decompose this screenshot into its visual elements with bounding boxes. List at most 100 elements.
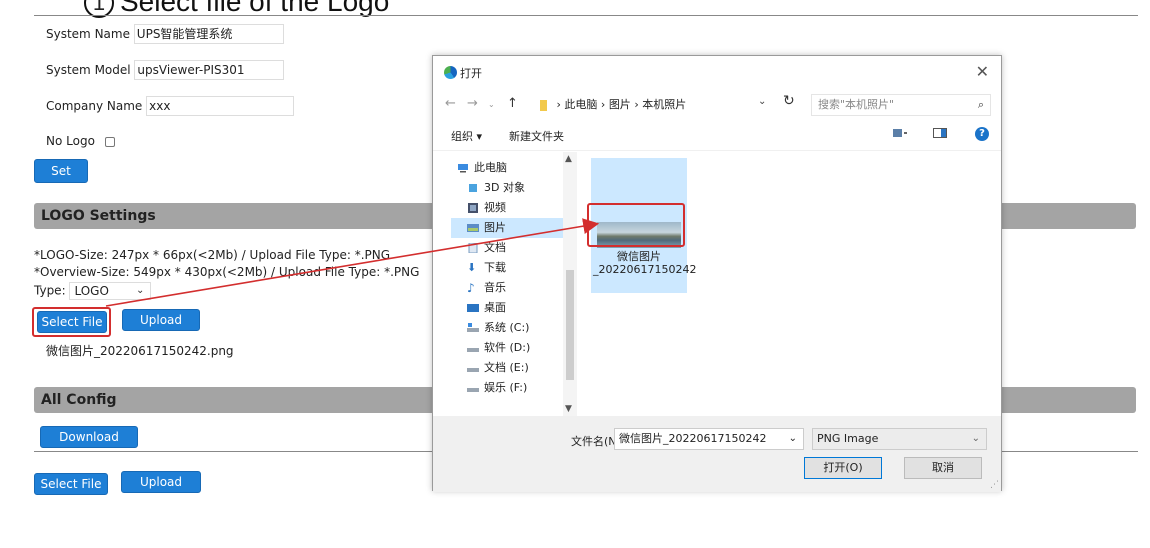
- scroll-up-icon[interactable]: ▲: [565, 154, 572, 164]
- navigation-pane: 此电脑 3D 对象 视频 图片 文档 ⬇ 下载 ♪ 音乐 桌面 系统 (C:) 软件…: [451, 152, 577, 416]
- computer-icon: [458, 164, 468, 173]
- resize-grip-icon[interactable]: ⋰: [990, 480, 999, 490]
- select-file-highlight: [32, 307, 111, 337]
- nav-item-this-pc[interactable]: 此电脑: [451, 158, 575, 178]
- nav-item-videos[interactable]: 视频: [451, 198, 575, 218]
- nav-item-drive-e[interactable]: 文档 (E:): [451, 358, 575, 378]
- top-divider: [34, 15, 1138, 16]
- nav-item-music[interactable]: ♪ 音乐: [451, 278, 575, 298]
- dialog-titlebar: 打开 ✕: [433, 56, 1001, 90]
- nav-item-label: 文档: [484, 241, 506, 254]
- picture-icon: [467, 224, 479, 232]
- drive-icon: [467, 388, 479, 392]
- type-row: Type: LOGO ⌄: [34, 282, 152, 300]
- system-name-field[interactable]: UPS智能管理系统: [133, 24, 284, 44]
- no-logo-row: No Logo: [46, 134, 115, 148]
- back-arrow-icon[interactable]: ←: [445, 96, 456, 111]
- system-model-label: System Model: [46, 62, 131, 77]
- dialog-footer: 文件名(N): 微信图片_20220617150242 ⌄ PNG Image …: [433, 416, 1001, 492]
- breadcrumb-item[interactable]: 此电脑: [564, 98, 597, 111]
- type-select-value: LOGO: [74, 284, 109, 298]
- open-button[interactable]: 打开(O): [804, 457, 882, 479]
- system-model-row: System Model upsViewer-PIS301: [46, 60, 285, 80]
- filetype-select[interactable]: PNG Image ⌄: [812, 428, 987, 450]
- set-button[interactable]: Set: [34, 159, 88, 183]
- open-file-dialog: 打开 ✕ ← → ⌄ ↑ › 此电脑 › 图片 › 本机照片 ⌄ ↻ 搜索"本机…: [432, 55, 1002, 492]
- help-icon[interactable]: ?: [975, 127, 989, 141]
- nav-item-label: 下载: [484, 261, 506, 274]
- logo-size-spec: *LOGO-Size: 247px * 66px(<2Mb) / Upload …: [34, 248, 391, 262]
- nav-item-drive-c[interactable]: 系统 (C:): [451, 318, 575, 338]
- cancel-button[interactable]: 取消: [904, 457, 982, 479]
- config-select-file-button[interactable]: Select File: [34, 473, 108, 495]
- system-model-field[interactable]: upsViewer-PIS301: [134, 60, 285, 80]
- new-folder-button[interactable]: 新建文件夹: [509, 128, 564, 144]
- document-icon: [468, 243, 478, 253]
- dialog-toolbar: 组织 ▾ 新建文件夹 ?: [433, 120, 1001, 150]
- no-logo-checkbox[interactable]: [104, 136, 115, 147]
- nav-item-label: 音乐: [484, 281, 506, 294]
- filetype-value: PNG Image: [817, 432, 879, 445]
- breadcrumb-sep-icon: ›: [556, 98, 561, 111]
- no-logo-label: No Logo: [46, 134, 95, 148]
- view-options-icon[interactable]: [893, 128, 907, 138]
- nav-item-3d-objects[interactable]: 3D 对象: [451, 178, 575, 198]
- preview-pane-icon[interactable]: [933, 128, 947, 138]
- file-list: 微信图片_20220617150242: [589, 156, 989, 416]
- chevron-down-icon[interactable]: ⌄: [789, 429, 797, 449]
- nav-item-label: 3D 对象: [484, 181, 525, 194]
- app-logo-icon: [444, 66, 457, 79]
- recent-dropdown-icon[interactable]: ⌄: [488, 100, 495, 109]
- file-item-name: 微信图片_20220617150242: [593, 250, 697, 276]
- desktop-icon: [467, 304, 479, 312]
- chevron-down-icon: ⌄: [971, 433, 980, 444]
- dialog-navbar: ← → ⌄ ↑ › 此电脑 › 图片 › 本机照片 ⌄ ↻ 搜索"本机照片" ⌕: [433, 90, 1001, 120]
- config-download-button[interactable]: Download: [40, 426, 138, 448]
- nav-item-label: 此电脑: [474, 161, 507, 174]
- address-bar[interactable]: › 此电脑 › 图片 › 本机照片: [533, 94, 808, 116]
- company-name-row: Company Name xxx: [46, 96, 295, 116]
- nav-item-desktop[interactable]: 桌面: [451, 298, 575, 318]
- system-name-label: System Name: [46, 26, 130, 41]
- overview-size-spec: *Overview-Size: 549px * 430px(<2Mb) / Up…: [34, 265, 420, 279]
- company-name-field[interactable]: xxx: [146, 96, 295, 116]
- config-upload-button[interactable]: Upload: [121, 471, 201, 493]
- search-placeholder: 搜索"本机照片": [818, 98, 895, 111]
- nav-item-downloads[interactable]: ⬇ 下载: [451, 258, 575, 278]
- download-arrow-icon: ⬇: [467, 261, 477, 274]
- filename-input[interactable]: 微信图片_20220617150242 ⌄: [614, 428, 804, 450]
- nav-item-pictures[interactable]: 图片: [451, 218, 575, 238]
- type-label: Type:: [34, 283, 66, 298]
- breadcrumb-item[interactable]: 图片: [609, 98, 631, 111]
- forward-arrow-icon[interactable]: →: [467, 96, 478, 111]
- type-select[interactable]: LOGO ⌄: [69, 282, 152, 300]
- dialog-separator: [433, 150, 1001, 151]
- nav-item-drive-d[interactable]: 软件 (D:): [451, 338, 575, 358]
- dialog-title: 打开: [460, 67, 482, 80]
- refresh-icon[interactable]: ↻: [783, 93, 795, 109]
- drive-icon: [467, 368, 479, 372]
- filename-value: 微信图片_20220617150242: [619, 432, 767, 445]
- close-icon[interactable]: ✕: [976, 62, 989, 81]
- nav-item-label: 视频: [484, 201, 506, 214]
- selected-file-name: 微信图片_20220617150242.png: [46, 344, 234, 358]
- up-arrow-icon[interactable]: ↑: [507, 96, 518, 111]
- nav-item-label: 娱乐 (F:): [484, 381, 528, 394]
- address-dropdown-icon[interactable]: ⌄: [758, 96, 766, 107]
- scrollbar-thumb[interactable]: [566, 270, 574, 380]
- nav-scrollbar[interactable]: ▲ ▼: [563, 152, 577, 416]
- nav-item-drive-f[interactable]: 娱乐 (F:): [451, 378, 575, 398]
- breadcrumb-item[interactable]: 本机照片: [642, 98, 686, 111]
- nav-item-label: 系统 (C:): [484, 321, 530, 334]
- breadcrumb-sep-icon: ›: [634, 98, 639, 111]
- system-drive-icon: [467, 323, 479, 332]
- film-icon: [468, 203, 478, 213]
- search-input[interactable]: 搜索"本机照片" ⌕: [811, 94, 991, 116]
- logo-upload-button[interactable]: Upload: [122, 309, 200, 331]
- scroll-down-icon[interactable]: ▼: [565, 404, 572, 414]
- organize-menu[interactable]: 组织 ▾: [451, 128, 482, 144]
- nav-item-label: 图片: [484, 221, 506, 234]
- search-icon: ⌕: [977, 98, 984, 111]
- cube-icon: [469, 184, 477, 192]
- nav-item-documents[interactable]: 文档: [451, 238, 575, 258]
